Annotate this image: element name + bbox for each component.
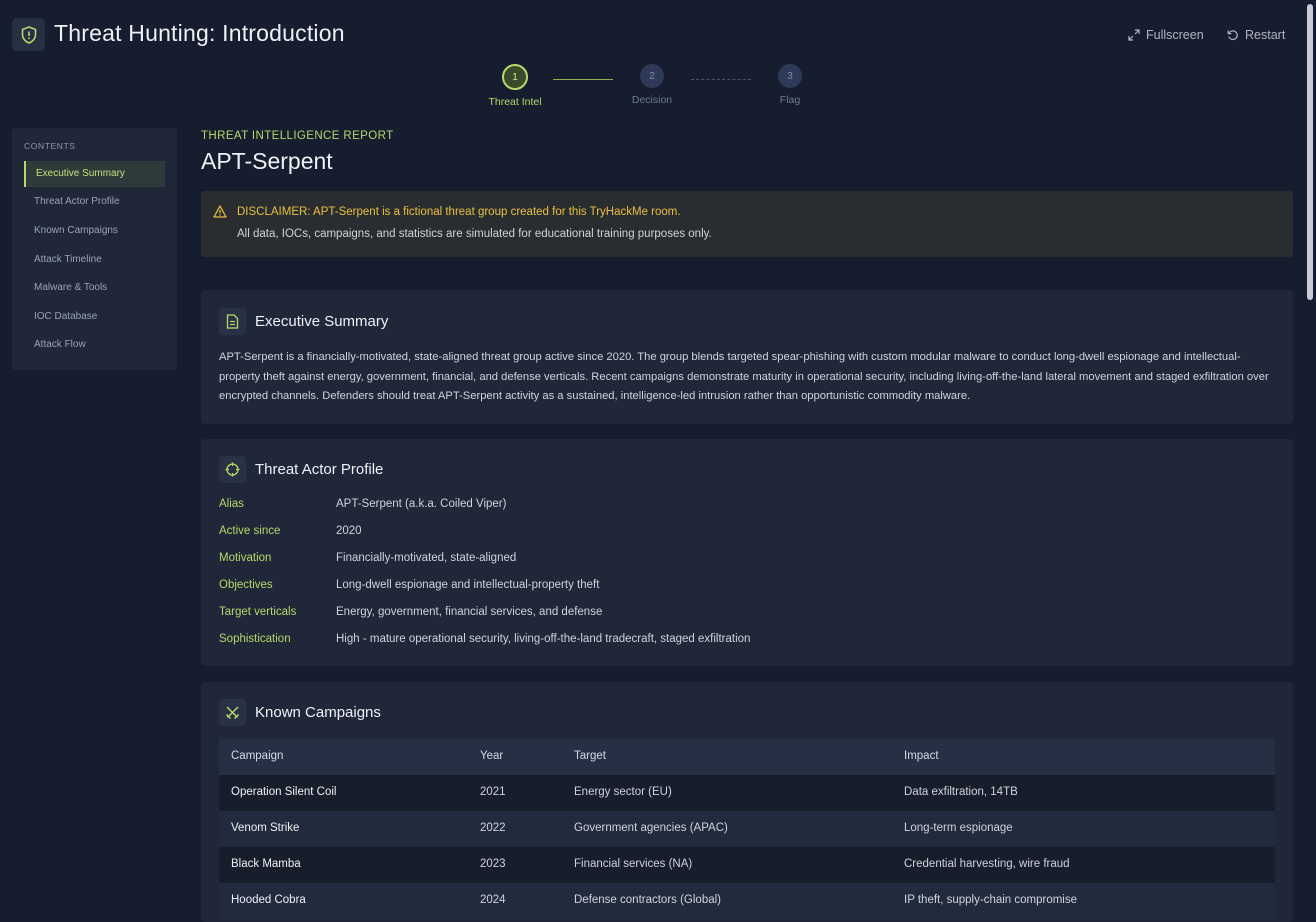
restart-label: Restart (1245, 28, 1286, 42)
campaign-year: 2021 (480, 786, 506, 798)
fullscreen-button[interactable]: Fullscreen (1128, 28, 1204, 42)
table-row: Black Mamba 2023 Financial services (NA)… (219, 847, 1275, 883)
column-header-campaign: Campaign (231, 750, 284, 762)
restart-icon (1227, 29, 1239, 41)
profile-key: Target verticals (219, 606, 297, 618)
campaign-name: Operation Silent Coil (231, 786, 337, 798)
column-header-impact: Impact (904, 750, 939, 762)
restart-button[interactable]: Restart (1227, 28, 1285, 42)
campaign-impact: Credential harvesting, wire fraud (904, 858, 1070, 870)
disclaimer-banner: DISCLAIMER: APT-Serpent is a fictional t… (201, 191, 1293, 257)
table-row: Venom Strike 2022 Government agencies (A… (219, 811, 1275, 847)
step-threat-intel[interactable]: 1 Threat Intel (480, 64, 550, 108)
summary-text: APT-Serpent is a financially-motivated, … (219, 351, 1269, 402)
campaign-impact: Long-term espionage (904, 822, 1013, 834)
top-bar: Threat Hunting: Introduction Fullscreen … (0, 0, 1316, 70)
campaign-name: Venom Strike (231, 822, 300, 834)
campaign-year: 2022 (480, 822, 506, 834)
step-label: Threat Intel (488, 96, 542, 108)
disclaimer-title: DISCLAIMER: APT-Serpent is a fictional t… (237, 206, 681, 218)
campaign-impact: Data exfiltration, 14TB (904, 786, 1018, 798)
step-connector (691, 79, 751, 80)
column-header-year: Year (480, 750, 504, 762)
profile-key: Motivation (219, 552, 272, 564)
section-title: Known Campaigns (255, 704, 381, 721)
campaign-name: Hooded Cobra (231, 894, 306, 906)
profile-value: Energy, government, financial services, … (336, 606, 603, 618)
profile-key: Objectives (219, 579, 273, 591)
contents-sidebar: CONTENTS Executive Summary Threat Actor … (12, 128, 177, 370)
sidebar-item-ioc-database[interactable]: IOC Database (24, 304, 165, 330)
campaign-target: Energy sector (EU) (574, 786, 672, 798)
shield-icon (12, 18, 45, 51)
expand-icon (1128, 29, 1140, 41)
threat-actor-profile-card: Threat Actor Profile Alias APT-Serpent (… (201, 439, 1293, 666)
executive-summary-card: Executive Summary APT-Serpent is a finan… (201, 290, 1293, 424)
campaign-year: 2024 (480, 894, 506, 906)
step-number: 3 (778, 64, 802, 88)
sidebar-item-known-campaigns[interactable]: Known Campaigns (24, 218, 165, 244)
profile-key: Active since (219, 525, 281, 537)
fullscreen-label: Fullscreen (1146, 28, 1204, 42)
disclaimer-text: All data, IOCs, campaigns, and statistic… (237, 228, 712, 240)
warning-icon (213, 205, 227, 223)
app-title: Threat Hunting: Introduction (54, 20, 345, 46)
step-connector (553, 79, 613, 80)
document-icon (219, 308, 246, 335)
sidebar-item-malware-tools[interactable]: Malware & Tools (24, 275, 165, 301)
profile-value: APT-Serpent (a.k.a. Coiled Viper) (336, 498, 507, 510)
profile-key: Sophistication (219, 633, 291, 645)
column-header-target: Target (574, 750, 606, 762)
campaign-impact: IP theft, supply-chain compromise (904, 894, 1078, 906)
step-flag[interactable]: 3 Flag (755, 64, 825, 106)
step-label: Decision (631, 94, 673, 106)
known-campaigns-card: Known Campaigns Campaign Year Target Imp… (201, 682, 1293, 922)
swords-icon (219, 699, 246, 726)
report-title: APT-Serpent (201, 148, 333, 174)
step-decision[interactable]: 2 Decision (617, 64, 687, 106)
section-title: Executive Summary (255, 313, 389, 330)
campaign-year: 2023 (480, 858, 506, 870)
campaign-target: Financial services (NA) (574, 858, 693, 870)
step-number: 1 (502, 64, 528, 90)
profile-value: 2020 (336, 525, 362, 537)
page-scrollbar[interactable] (1307, 4, 1313, 300)
profile-value: Long-dwell espionage and intellectual-pr… (336, 579, 600, 591)
profile-key: Alias (219, 498, 244, 510)
campaign-name: Black Mamba (231, 858, 301, 870)
step-label: Flag (779, 94, 801, 106)
crosshair-icon (219, 456, 246, 483)
step-number: 2 (640, 64, 664, 88)
sidebar-item-attack-flow[interactable]: Attack Flow (24, 332, 165, 358)
table-row: Operation Silent Coil 2021 Energy sector… (219, 775, 1275, 811)
profile-value: High - mature operational security, livi… (336, 633, 751, 645)
table-row: Hooded Cobra 2024 Defense contractors (G… (219, 883, 1275, 919)
profile-value: Financially-motivated, state-aligned (336, 552, 517, 564)
sidebar-heading: CONTENTS (24, 141, 76, 151)
progress-stepper: 1 Threat Intel 2 Decision 3 Flag (480, 64, 810, 114)
sidebar-item-threat-actor-profile[interactable]: Threat Actor Profile (24, 189, 165, 215)
campaign-target: Defense contractors (Global) (574, 894, 722, 906)
table-header-row: Campaign Year Target Impact (219, 739, 1275, 775)
sidebar-item-attack-timeline[interactable]: Attack Timeline (24, 247, 165, 273)
section-title: Threat Actor Profile (255, 461, 384, 478)
report-eyebrow: THREAT INTELLIGENCE REPORT (201, 130, 394, 142)
sidebar-item-executive-summary[interactable]: Executive Summary (24, 161, 165, 187)
campaign-target: Government agencies (APAC) (574, 822, 728, 834)
